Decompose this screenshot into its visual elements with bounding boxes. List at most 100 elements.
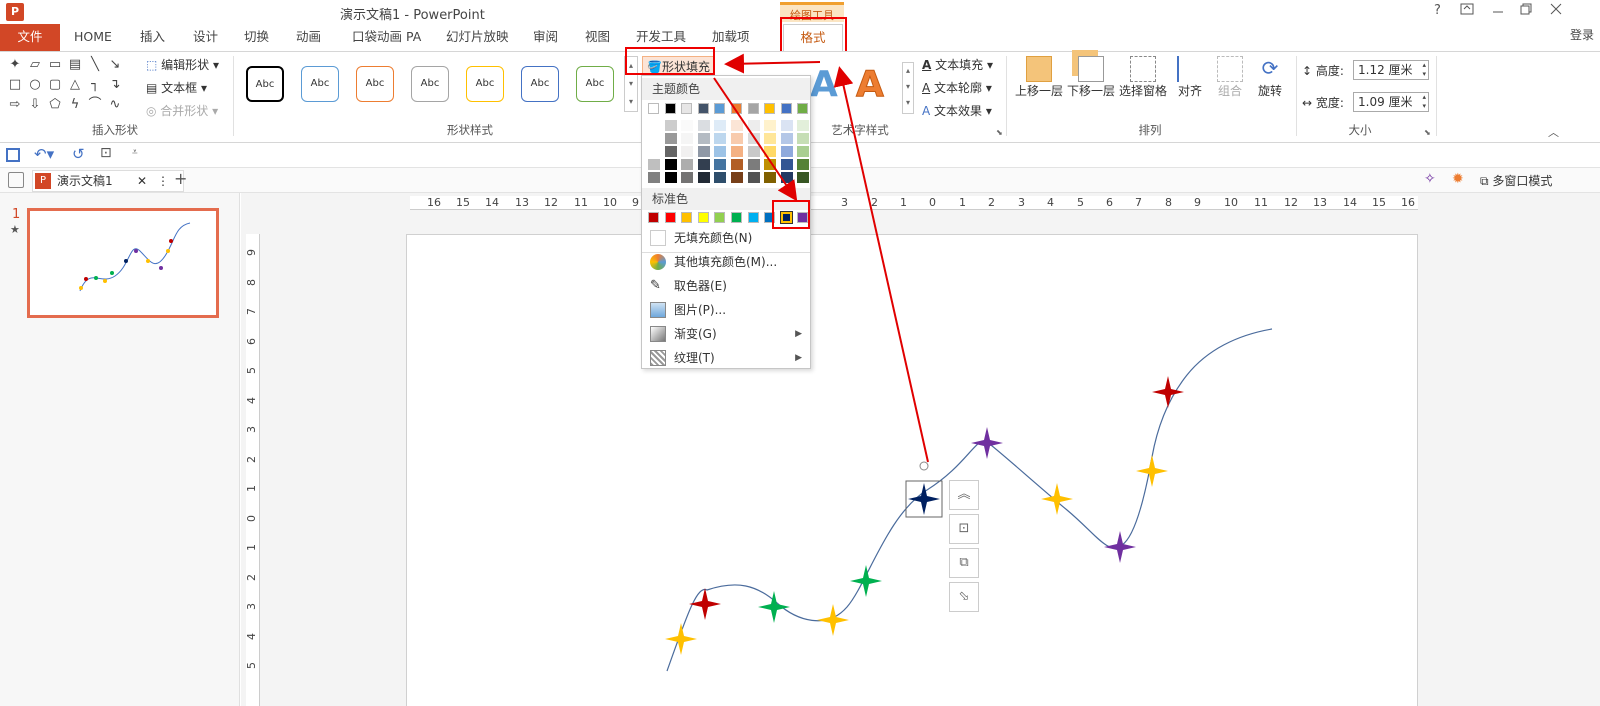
tab-list-icon[interactable] (8, 172, 24, 188)
theme-color-shade-swatch[interactable] (797, 146, 810, 157)
elbow-connector-shape-icon[interactable]: ┐ (88, 78, 102, 92)
theme-color-shade-swatch[interactable] (681, 120, 694, 131)
standard-color-swatch[interactable] (731, 212, 742, 223)
standard-color-swatch[interactable] (797, 212, 809, 223)
theme-color-shade-swatch[interactable] (697, 172, 710, 183)
four-point-star-shape[interactable] (1136, 455, 1168, 487)
theme-color-shade-swatch[interactable] (681, 159, 694, 170)
standard-color-swatch[interactable] (648, 212, 659, 223)
theme-color-shade-swatch[interactable] (697, 120, 710, 131)
theme-color-shade-swatch[interactable] (731, 133, 743, 144)
more-fill-colors-item[interactable]: 其他填充颜色(M)... (642, 250, 810, 274)
four-point-star-shape[interactable] (817, 604, 849, 636)
standard-color-swatch[interactable] (664, 212, 676, 223)
standard-color-swatch[interactable] (779, 211, 793, 224)
textbox-shape-icon[interactable]: ▤ (68, 58, 82, 72)
four-point-star-shape[interactable] (971, 427, 1003, 459)
rounded-rect-shape-icon[interactable]: ▢ (48, 78, 62, 92)
theme-color-shade-swatch[interactable] (764, 172, 777, 183)
tab-review[interactable]: 审阅 (533, 24, 558, 51)
square-shape-icon[interactable]: □ (8, 78, 22, 92)
arc-shape-icon[interactable]: ⌒ (88, 98, 102, 112)
close-icon[interactable] (1550, 3, 1562, 19)
theme-color-shade-swatch[interactable] (747, 133, 760, 144)
multi-window-mode-button[interactable]: ⧉ 多窗口模式 (1480, 172, 1552, 189)
theme-color-shade-swatch[interactable] (747, 146, 760, 157)
text-outline-button[interactable]: A 文本轮廓 ▾ (922, 79, 992, 96)
tab-developer[interactable]: 开发工具 (636, 24, 686, 51)
triangle-shape-icon[interactable]: △ (68, 78, 82, 92)
close-tab-icon[interactable]: ✕ (137, 171, 147, 191)
fill-options-icon[interactable]: ⧉ (949, 548, 979, 578)
standard-color-swatch[interactable] (747, 212, 759, 223)
theme-color-shade-swatch[interactable] (648, 133, 660, 144)
four-point-star-shape[interactable] (1104, 531, 1136, 563)
theme-color-swatch[interactable] (697, 103, 709, 114)
tab-home[interactable]: HOME (74, 24, 112, 51)
theme-color-shade-swatch[interactable] (780, 133, 793, 144)
wordart-gallery-scroll[interactable]: ▴ ▾ ▾ (902, 62, 914, 114)
theme-color-shade-swatch[interactable] (731, 146, 743, 157)
settings-gear-icon[interactable]: ✹ (1452, 171, 1464, 187)
theme-color-shade-swatch[interactable] (664, 146, 677, 157)
theme-color-swatch[interactable] (747, 103, 759, 114)
four-point-star-shape[interactable] (850, 565, 882, 597)
shape-style-chip[interactable]: Abc (576, 66, 614, 102)
shape-style-chip[interactable]: Abc (356, 66, 394, 102)
elbow-arrow-shape-icon[interactable]: ↴ (108, 78, 122, 92)
lightning-shape-icon[interactable]: ϟ (68, 98, 82, 112)
theme-color-swatch[interactable] (780, 103, 792, 114)
shape-style-chip[interactable]: Abc (301, 66, 339, 102)
customize-qat-icon[interactable]: ⩡ (132, 147, 138, 158)
standard-color-swatch[interactable] (714, 212, 726, 223)
theme-color-shade-swatch[interactable] (797, 159, 810, 170)
tab-pocket-animation[interactable]: 口袋动画 PA (352, 24, 421, 51)
theme-color-shade-swatch[interactable] (681, 146, 694, 157)
tab-animations[interactable]: 动画 (296, 24, 321, 51)
theme-color-swatch[interactable] (797, 103, 809, 114)
send-backward-button[interactable]: 下移一层 (1066, 56, 1116, 99)
theme-color-shade-swatch[interactable] (714, 172, 727, 183)
new-tab-icon[interactable]: + (174, 169, 187, 188)
rectangle-shape-icon[interactable]: ▭ (48, 58, 62, 72)
width-input[interactable]: 1.09 厘米 ▴ ▾ (1353, 92, 1429, 112)
layout-options-icon[interactable]: ︽ (949, 480, 979, 510)
theme-color-shade-swatch[interactable] (780, 159, 793, 170)
four-point-star-shape[interactable] (1152, 376, 1184, 408)
theme-color-shade-swatch[interactable] (747, 172, 760, 183)
minimize-icon[interactable] (1492, 3, 1504, 19)
eyedropper-item[interactable]: ✎ 取色器(E) (642, 274, 810, 298)
theme-color-shade-swatch[interactable] (714, 133, 727, 144)
theme-color-shade-swatch[interactable] (664, 159, 677, 170)
slide-thumbnail-1[interactable] (27, 208, 219, 318)
cube-shape-icon[interactable]: ▱ (28, 58, 42, 72)
align-button[interactable]: 对齐 (1172, 56, 1208, 99)
four-point-star-shape[interactable] (665, 623, 697, 655)
theme-color-shade-swatch[interactable] (714, 159, 727, 170)
help-icon[interactable]: ? (1434, 3, 1441, 18)
rotate-button[interactable]: ⟳ 旋转 (1252, 56, 1288, 99)
style-gallery-scroll[interactable]: ▴ ▾ ▾ (624, 56, 638, 112)
height-input[interactable]: 1.12 厘米 ▴ ▾ (1353, 60, 1429, 80)
shape-style-chip[interactable]: Abc (466, 66, 504, 102)
theme-color-shade-swatch[interactable] (648, 159, 660, 170)
theme-color-shade-swatch[interactable] (697, 146, 710, 157)
powerpoint-app-icon[interactable]: P (6, 3, 24, 21)
tab-insert[interactable]: 插入 (140, 24, 165, 51)
theme-color-shade-swatch[interactable] (764, 159, 777, 170)
magic-wand-icon[interactable]: ✧ (1424, 171, 1436, 187)
text-fill-button[interactable]: A 文本填充 ▾ (922, 56, 993, 73)
collapse-ribbon-icon[interactable]: ︿ (1548, 124, 1559, 140)
wordart-style-blue[interactable]: A (810, 64, 838, 105)
theme-color-shade-swatch[interactable] (747, 159, 760, 170)
theme-color-shade-swatch[interactable] (731, 172, 743, 183)
wordart-dialog-launcher-icon[interactable]: ⬊ (996, 128, 1003, 137)
theme-color-swatch[interactable] (648, 103, 659, 114)
shape-style-chip[interactable]: Abc (246, 66, 284, 102)
standard-color-swatch[interactable] (697, 212, 709, 223)
theme-color-shade-swatch[interactable] (697, 133, 710, 144)
theme-color-shade-swatch[interactable] (681, 172, 694, 183)
picture-fill-item[interactable]: 图片(P)... (642, 298, 810, 322)
shape-style-chip[interactable]: Abc (411, 66, 449, 102)
theme-color-shade-swatch[interactable] (731, 159, 743, 170)
